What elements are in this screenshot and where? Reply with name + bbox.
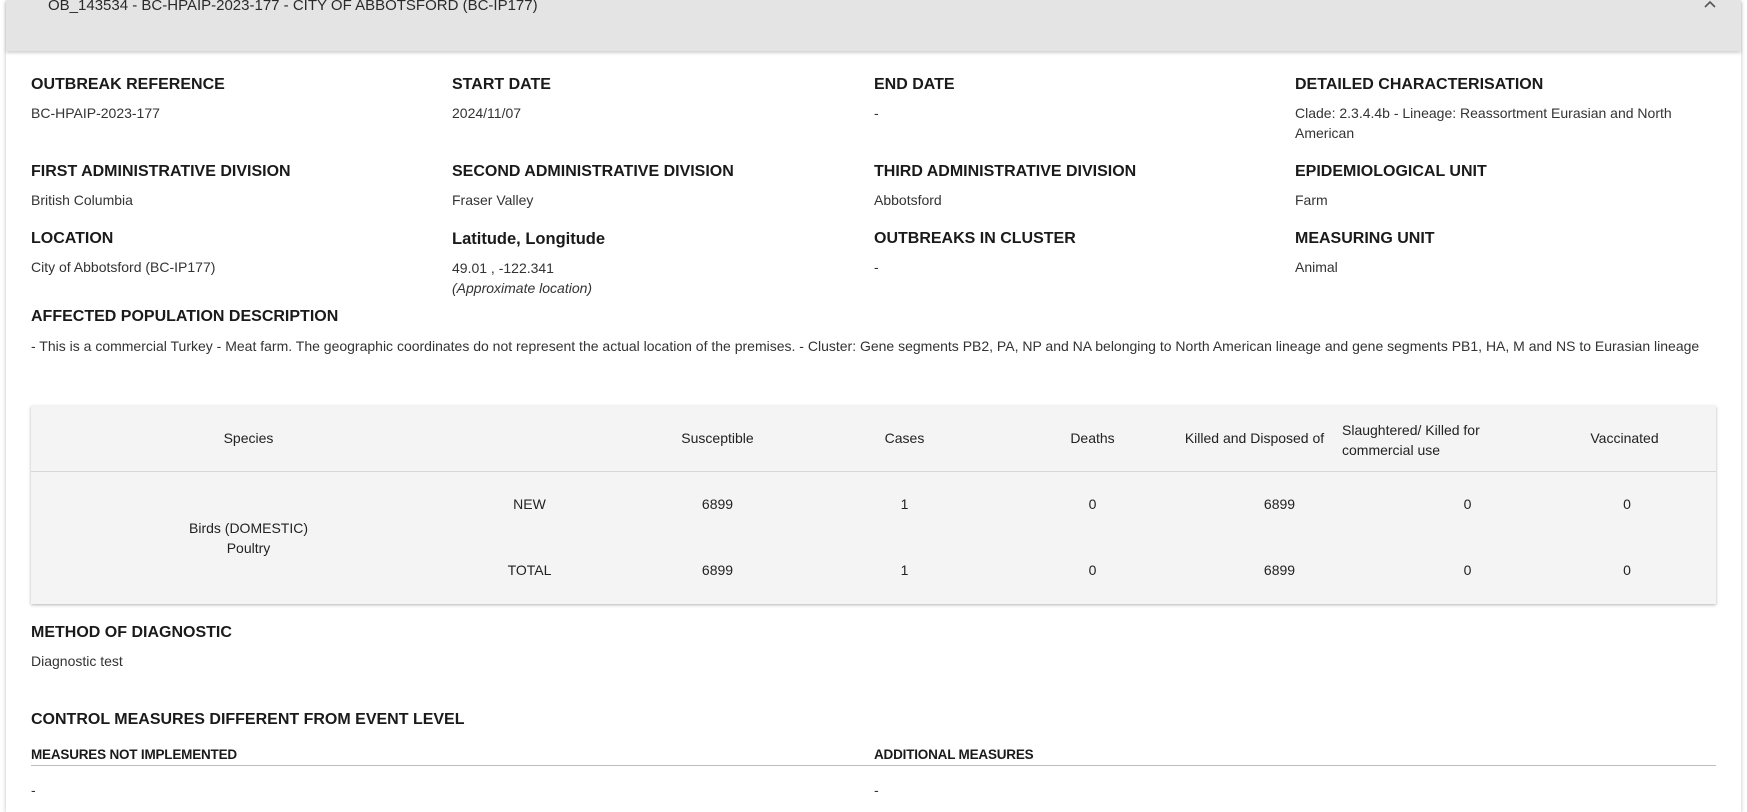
row-total-susceptible: 6899 <box>701 562 734 578</box>
additional-measures-value: - <box>874 782 879 798</box>
row-total-cases: 1 <box>900 562 909 578</box>
row-new-type: NEW <box>513 496 546 512</box>
second-admin-division-value: Fraser Valley <box>452 192 534 208</box>
measuring-unit-field: MEASURING UNIT Animal <box>1295 230 1435 277</box>
outbreak-panel-header[interactable]: OB_143534 - BC-HPAIP-2023-177 - CITY OF … <box>6 0 1741 51</box>
location-value: City of Abbotsford (BC-IP177) <box>31 259 216 275</box>
location-field: LOCATION City of Abbotsford (BC-IP177) <box>31 230 215 277</box>
row-new-slaughtered: 0 <box>1463 496 1472 512</box>
measuring-unit-value: Animal <box>1295 259 1338 275</box>
lat-lon-field: Latitude, Longitude 49.01 , -122.341 (Ap… <box>452 230 605 298</box>
epidemiological-unit-field: EPIDEMIOLOGICAL UNIT Farm <box>1295 163 1487 210</box>
start-date-value: 2024/11/07 <box>452 105 522 121</box>
affected-population-label: AFFECTED POPULATION DESCRIPTION <box>31 308 339 325</box>
method-of-diagnostic-value: Diagnostic test <box>31 653 123 669</box>
outbreak-title: OB_143534 - BC-HPAIP-2023-177 - CITY OF … <box>48 0 538 14</box>
first-admin-division-value: British Columbia <box>31 192 133 208</box>
row-total-slaughtered: 0 <box>1463 562 1472 578</box>
detailed-characterisation-field: DETAILED CHARACTERISATION Clade: 2.3.4.4… <box>1295 76 1715 143</box>
row-total-vaccinated: 0 <box>1623 562 1631 578</box>
measures-not-implemented-label: MEASURES NOT IMPLEMENTED <box>31 747 237 762</box>
species-line-2: Poultry <box>226 540 271 556</box>
header-deaths: Deaths <box>1070 430 1115 446</box>
end-date-field: END DATE - <box>874 76 955 123</box>
row-new-killed: 6899 <box>1263 496 1296 512</box>
detailed-characterisation-label: DETAILED CHARACTERISATION <box>1295 76 1544 93</box>
first-admin-division-field: FIRST ADMINISTRATIVE DIVISION British Co… <box>31 163 291 210</box>
epidemiological-unit-value: Farm <box>1295 192 1328 208</box>
row-new-susceptible: 6899 <box>701 496 734 512</box>
third-admin-division-field: THIRD ADMINISTRATIVE DIVISION Abbotsford <box>874 163 1136 210</box>
outbreak-reference-value: BC-HPAIP-2023-177 <box>31 105 160 121</box>
measures-not-implemented-value: - <box>31 782 36 798</box>
row-total-type: TOTAL <box>507 562 552 578</box>
control-measures-divider <box>31 765 1716 766</box>
third-admin-division-value: Abbotsford <box>874 192 942 208</box>
measuring-unit-label: MEASURING UNIT <box>1295 230 1435 247</box>
end-date-value: - <box>874 105 879 121</box>
header-susceptible: Susceptible <box>681 430 754 446</box>
location-label: LOCATION <box>31 230 114 247</box>
control-measures-label: CONTROL MEASURES DIFFERENT FROM EVENT LE… <box>31 711 465 728</box>
start-date-field: START DATE 2024/11/07 <box>452 76 551 123</box>
header-cases: Cases <box>884 430 925 446</box>
lat-lon-value-block: 49.01 , -122.341 (Approximate location) <box>452 258 605 298</box>
row-new-cases: 1 <box>900 496 909 512</box>
header-killed-disposed: Killed and Disposed of <box>1184 430 1325 446</box>
lat-lon-value: 49.01 , -122.341 <box>452 260 554 276</box>
affected-population-description: - This is a commercial Turkey - Meat far… <box>31 338 1700 354</box>
row-new-vaccinated: 0 <box>1623 496 1631 512</box>
detailed-characterisation-value: Clade: 2.3.4.4b - Lineage: Reassortment … <box>1295 105 1672 141</box>
second-admin-division-label: SECOND ADMINISTRATIVE DIVISION <box>452 163 734 180</box>
approximate-location-note: (Approximate location) <box>452 280 593 296</box>
species-line-1: Birds (DOMESTIC) <box>189 520 308 536</box>
start-date-label: START DATE <box>452 76 551 93</box>
header-vaccinated: Vaccinated <box>1590 430 1659 446</box>
header-slaughtered: Slaughtered/ Killed for commercial use <box>1342 422 1480 458</box>
end-date-label: END DATE <box>874 76 955 93</box>
epidemiological-unit-label: EPIDEMIOLOGICAL UNIT <box>1295 163 1487 180</box>
species-table: Species Susceptible Cases Deaths Killed … <box>31 406 1716 604</box>
species-cell: Birds (DOMESTIC) Poultry <box>161 518 336 558</box>
additional-measures-label: ADDITIONAL MEASURES <box>874 747 1034 762</box>
table-header-divider <box>31 471 1716 472</box>
method-of-diagnostic-field: METHOD OF DIAGNOSTIC Diagnostic test <box>31 624 232 671</box>
row-total-deaths: 0 <box>1088 562 1097 578</box>
row-new-deaths: 0 <box>1088 496 1097 512</box>
outbreaks-in-cluster-label: OUTBREAKS IN CLUSTER <box>874 230 1076 247</box>
outbreak-reference-label: OUTBREAK REFERENCE <box>31 76 225 93</box>
outbreaks-in-cluster-field: OUTBREAKS IN CLUSTER - <box>874 230 1076 277</box>
second-admin-division-field: SECOND ADMINISTRATIVE DIVISION Fraser Va… <box>452 163 734 210</box>
method-of-diagnostic-label: METHOD OF DIAGNOSTIC <box>31 624 232 641</box>
chevron-up-icon[interactable] <box>1703 0 1717 12</box>
header-species: Species <box>223 430 274 446</box>
third-admin-division-label: THIRD ADMINISTRATIVE DIVISION <box>874 163 1137 180</box>
lat-lon-label: Latitude, Longitude <box>452 230 606 248</box>
row-total-killed: 6899 <box>1263 562 1296 578</box>
first-admin-division-label: FIRST ADMINISTRATIVE DIVISION <box>31 163 291 180</box>
outbreaks-in-cluster-value: - <box>874 259 879 275</box>
outbreak-reference-field: OUTBREAK REFERENCE BC-HPAIP-2023-177 <box>31 76 225 123</box>
